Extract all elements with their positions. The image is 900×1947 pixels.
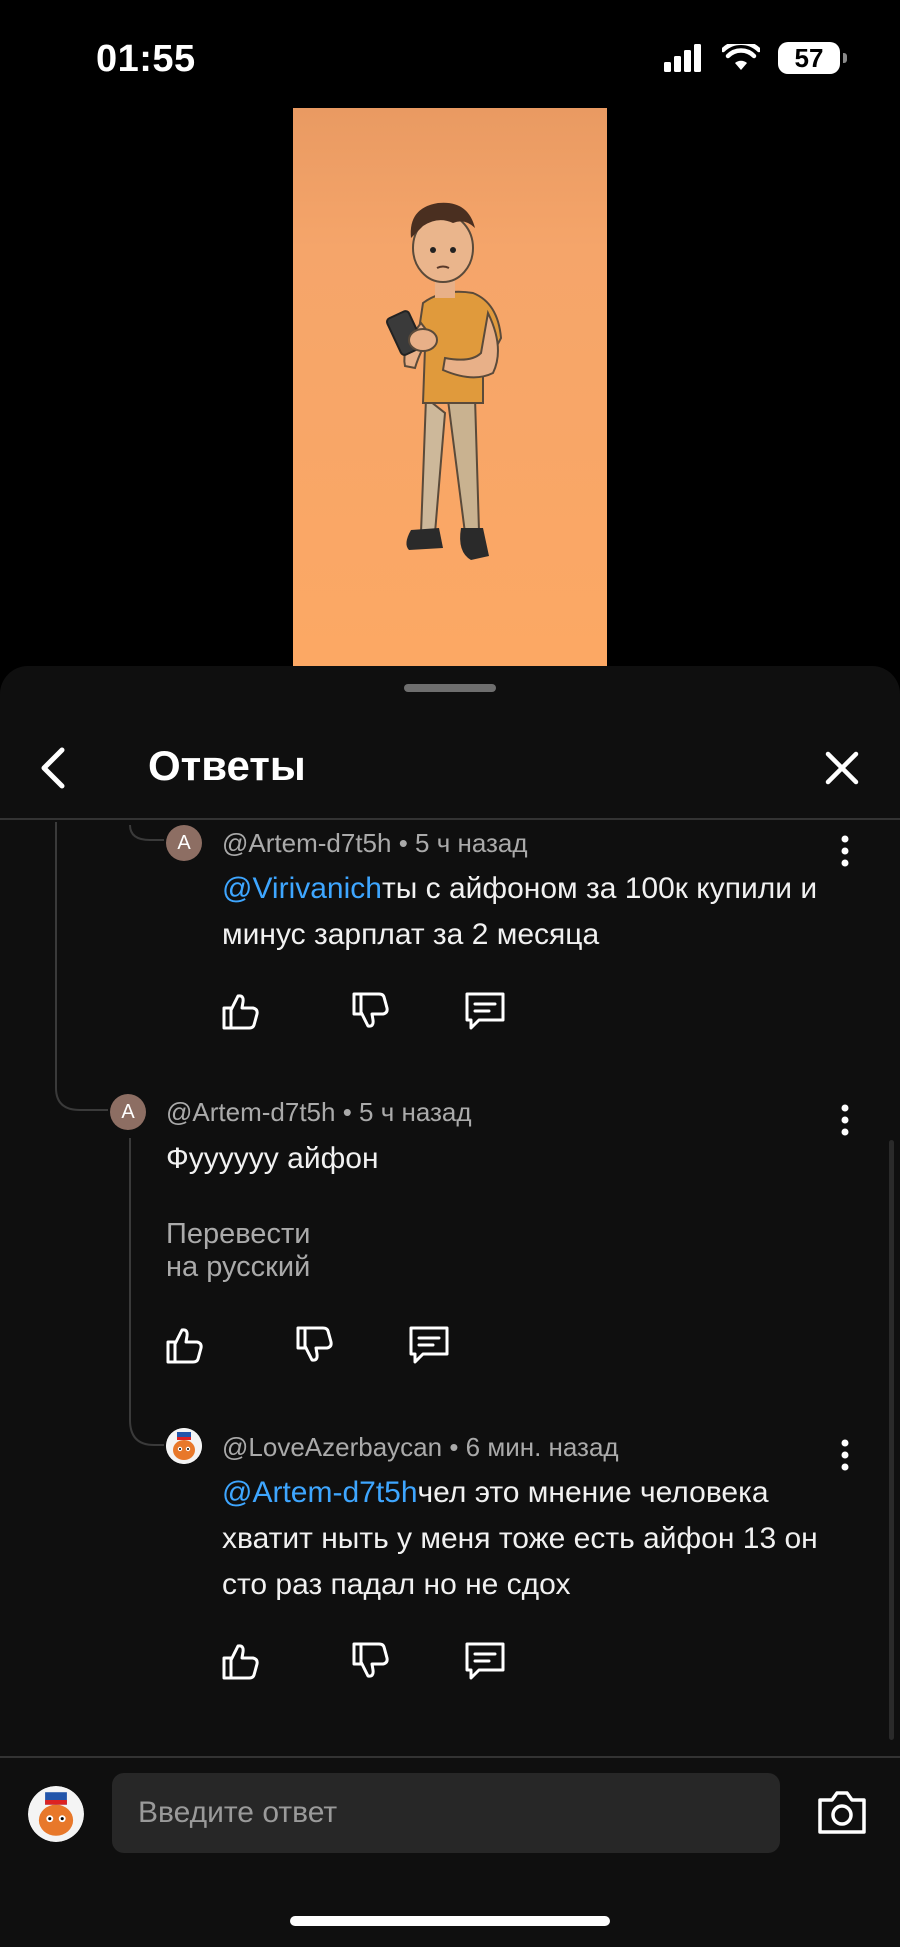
comment-author[interactable]: @LoveAzerbaycan <box>222 1432 442 1462</box>
reply-input[interactable] <box>112 1773 780 1853</box>
translate-link[interactable]: Перевести на русский <box>166 1218 310 1284</box>
comment-text: @Artem-d7t5hчел это мнение человека хват… <box>222 1470 852 1608</box>
thumbs-up-icon <box>222 1644 259 1680</box>
comment-time: 6 мин. назад <box>465 1432 619 1462</box>
comment-meta: @LoveAzerbaycan • 6 мин. назад <box>222 1432 619 1463</box>
comment-more-button[interactable] <box>830 831 860 871</box>
comment-meta: @Artem-d7t5h • 5 ч назад <box>166 1097 472 1128</box>
comment-time: 5 ч назад <box>359 1097 472 1127</box>
comment-author[interactable]: @Artem-d7t5h <box>166 1097 335 1127</box>
composer-divider <box>0 1756 900 1758</box>
reply-button[interactable] <box>406 1322 452 1368</box>
meta-separator: • <box>449 1432 466 1462</box>
dislike-button[interactable] <box>348 988 394 1034</box>
dislike-button[interactable] <box>292 1322 338 1368</box>
mascot-avatar-icon <box>166 1428 202 1464</box>
reply-button[interactable] <box>462 988 508 1034</box>
meta-separator: • <box>342 1097 360 1127</box>
thumbs-down-icon <box>296 1326 333 1362</box>
avatar[interactable]: A <box>110 1094 146 1130</box>
current-user-avatar[interactable] <box>28 1786 84 1842</box>
like-button[interactable] <box>218 1638 264 1684</box>
home-indicator[interactable] <box>290 1916 610 1926</box>
mention-link[interactable]: @Virivanich <box>222 872 382 905</box>
mention-link[interactable]: @Artem-d7t5h <box>222 1476 418 1509</box>
thumbs-down-icon <box>352 992 389 1028</box>
reply-button[interactable] <box>462 1638 508 1684</box>
more-vertical-icon <box>841 835 849 867</box>
thumbs-down-icon <box>352 1642 389 1678</box>
comment-author[interactable]: @Artem-d7t5h <box>222 828 391 858</box>
meta-separator: • <box>398 828 416 858</box>
camera-icon <box>818 1791 866 1834</box>
avatar[interactable]: A <box>166 825 202 861</box>
mascot-avatar-icon <box>28 1786 84 1842</box>
comment-icon <box>465 992 505 1030</box>
thread-lines <box>55 822 164 1446</box>
dislike-button[interactable] <box>348 1638 394 1684</box>
comment-icon <box>465 1642 505 1680</box>
like-button[interactable] <box>218 988 264 1034</box>
thumbs-up-icon <box>166 1328 203 1364</box>
comment-body: Фуууууу айфон <box>166 1142 379 1175</box>
scrollbar[interactable] <box>889 1140 894 1740</box>
avatar[interactable] <box>166 1428 202 1464</box>
comment-icon <box>409 1326 449 1364</box>
like-button[interactable] <box>162 1322 208 1368</box>
more-vertical-icon <box>841 1104 849 1136</box>
comment-time: 5 ч назад <box>415 828 528 858</box>
comment-more-button[interactable] <box>830 1435 860 1475</box>
comment-text: @Virivanichты с айфоном за 100к купили и… <box>222 866 822 958</box>
comment-meta: @Artem-d7t5h • 5 ч назад <box>222 828 528 859</box>
camera-button[interactable] <box>814 1788 870 1838</box>
comment-more-button[interactable] <box>830 1100 860 1140</box>
thumbs-up-icon <box>222 994 259 1030</box>
more-vertical-icon <box>841 1439 849 1471</box>
